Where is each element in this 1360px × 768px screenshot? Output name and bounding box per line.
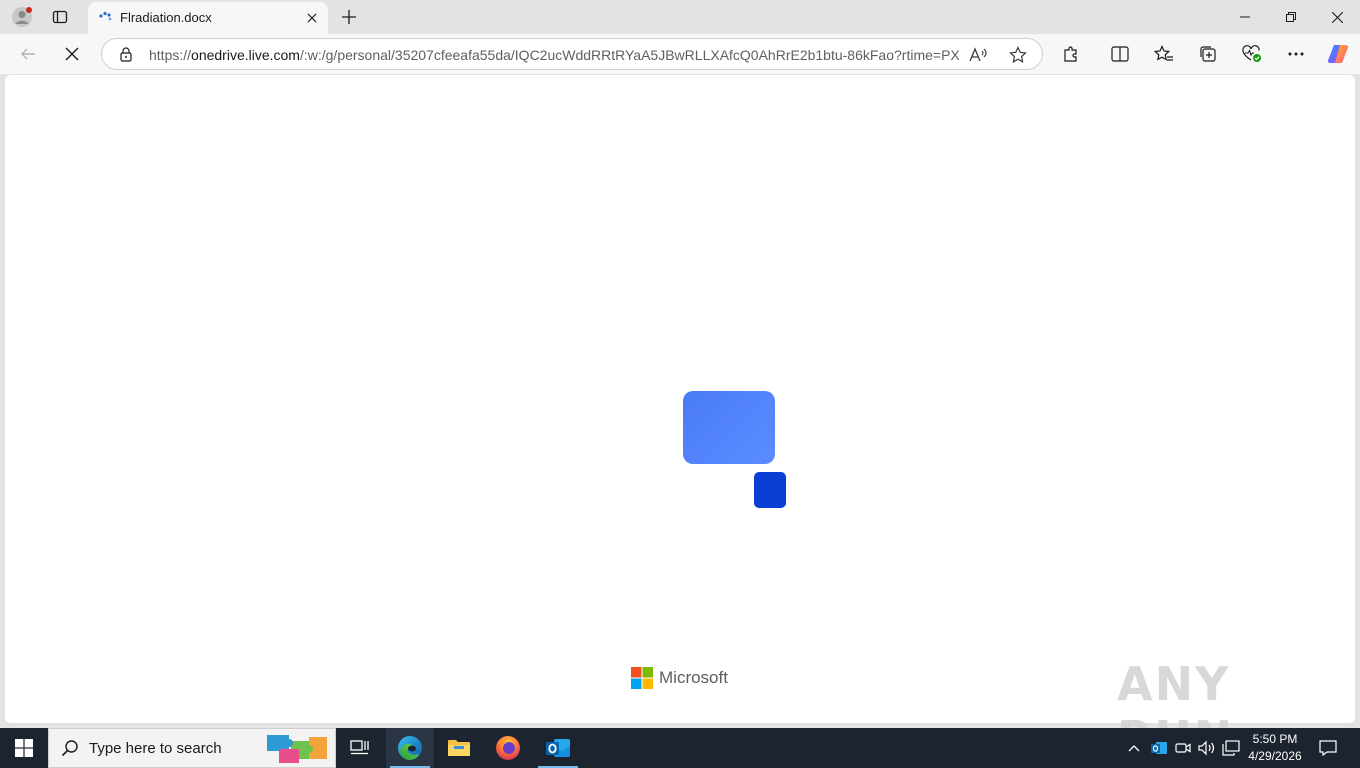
action-center-button[interactable] <box>1318 738 1338 758</box>
favorites-button[interactable] <box>1148 38 1180 70</box>
collections-icon <box>1200 46 1216 62</box>
loader-large-square <box>683 391 775 464</box>
microsoft-logo-icon <box>631 667 653 689</box>
tab-actions-button[interactable] <box>40 0 80 34</box>
tab-close-button[interactable] <box>302 8 322 28</box>
search-placeholder: Type here to search <box>89 739 222 757</box>
chevron-up-icon <box>1128 745 1140 752</box>
camera-icon <box>1175 743 1191 753</box>
tray-outlook[interactable] <box>1149 738 1169 758</box>
taskbar-edge[interactable] <box>386 728 434 768</box>
puzzle-icon <box>1064 46 1077 62</box>
page-content: Microsoft ANY RUN <box>4 74 1356 765</box>
url-path: /:w:/g/personal/35207cfeeafa55da/IQC2ucW… <box>299 47 959 63</box>
stop-loading-button[interactable] <box>56 38 88 70</box>
url-host: onedrive.live.com <box>191 47 300 63</box>
browser-toolbar: https://onedrive.live.com/:w:/g/personal… <box>0 34 1360 74</box>
heart-pulse-icon <box>1242 45 1261 62</box>
settings-more-button[interactable] <box>1280 38 1312 70</box>
microsoft-brand: Microsoft <box>631 667 728 689</box>
speaker-icon <box>1198 740 1215 756</box>
split-screen-icon <box>1111 46 1129 62</box>
taskbar-search-box[interactable]: Type here to search <box>48 728 336 768</box>
outlook-icon <box>546 739 570 757</box>
window-close-button[interactable] <box>1314 0 1360 34</box>
system-clock[interactable]: 5:50 PM 4/29/2026 <box>1244 731 1306 765</box>
folder-icon <box>448 740 470 756</box>
start-button[interactable] <box>0 728 48 768</box>
search-highlight-puzzle-icon <box>267 735 327 763</box>
lock-icon <box>120 47 132 62</box>
read-aloud-icon <box>969 47 987 62</box>
minimize-button[interactable] <box>1222 0 1268 34</box>
task-view-icon <box>350 740 369 755</box>
edge-icon <box>398 736 422 761</box>
extensions-button[interactable] <box>1055 38 1087 70</box>
favorite-button[interactable] <box>1006 43 1030 67</box>
close-icon <box>307 13 317 23</box>
copilot-button[interactable] <box>1322 38 1354 70</box>
browser-essentials-button[interactable] <box>1236 38 1268 70</box>
back-arrow-icon <box>21 48 35 60</box>
back-button[interactable] <box>12 38 44 70</box>
copilot-icon <box>1327 44 1349 64</box>
tab-actions-icon <box>52 10 68 24</box>
search-icon <box>61 740 78 757</box>
clock-date: 4/29/2026 <box>1248 749 1302 763</box>
tray-volume[interactable] <box>1197 738 1217 758</box>
url-protocol: https:// <box>149 47 192 63</box>
tab-strip: Flradiation.docx <box>0 0 1360 34</box>
outlook-tray-icon <box>1151 742 1167 754</box>
url-text: https://onedrive.live.com/:w:/g/personal… <box>149 47 959 63</box>
restore-button[interactable] <box>1268 0 1314 34</box>
address-bar[interactable]: https://onedrive.live.com/:w:/g/personal… <box>101 38 1043 70</box>
tab-active[interactable]: Flradiation.docx <box>88 2 328 34</box>
show-hidden-icons-button[interactable] <box>1124 738 1144 758</box>
taskbar-file-explorer[interactable] <box>435 728 483 768</box>
windows-logo-icon <box>15 739 33 757</box>
minimize-icon <box>1240 16 1250 18</box>
microsoft-wordmark: Microsoft <box>659 668 728 687</box>
taskbar: Type here to search 5:50 PM 4/29/2026 <box>0 728 1360 768</box>
clock-time: 5:50 PM <box>1252 732 1298 746</box>
profile-button[interactable] <box>2 0 42 34</box>
notification-icon <box>1319 740 1337 756</box>
taskbar-firefox[interactable] <box>484 728 532 768</box>
tab-title: Flradiation.docx <box>120 10 212 25</box>
more-dots-icon <box>1288 52 1304 56</box>
profile-icon <box>12 7 32 27</box>
taskbar-outlook[interactable] <box>534 728 582 768</box>
loading-favicon-icon <box>99 11 112 21</box>
star-icon <box>1009 46 1027 63</box>
plus-icon <box>342 10 356 24</box>
restore-icon <box>1286 12 1296 22</box>
new-tab-button[interactable] <box>336 4 362 30</box>
firefox-icon <box>496 736 520 760</box>
split-screen-button[interactable] <box>1104 38 1136 70</box>
task-view-button[interactable] <box>336 728 384 768</box>
network-icon <box>1222 740 1240 756</box>
tray-meet-now[interactable] <box>1173 738 1193 758</box>
tray-network[interactable] <box>1221 738 1241 758</box>
stop-icon <box>65 47 79 61</box>
loader-small-square <box>754 472 786 508</box>
close-icon <box>1331 11 1343 23</box>
favorites-list-icon <box>1154 45 1173 61</box>
read-aloud-button[interactable] <box>966 43 990 67</box>
collections-button[interactable] <box>1192 38 1224 70</box>
